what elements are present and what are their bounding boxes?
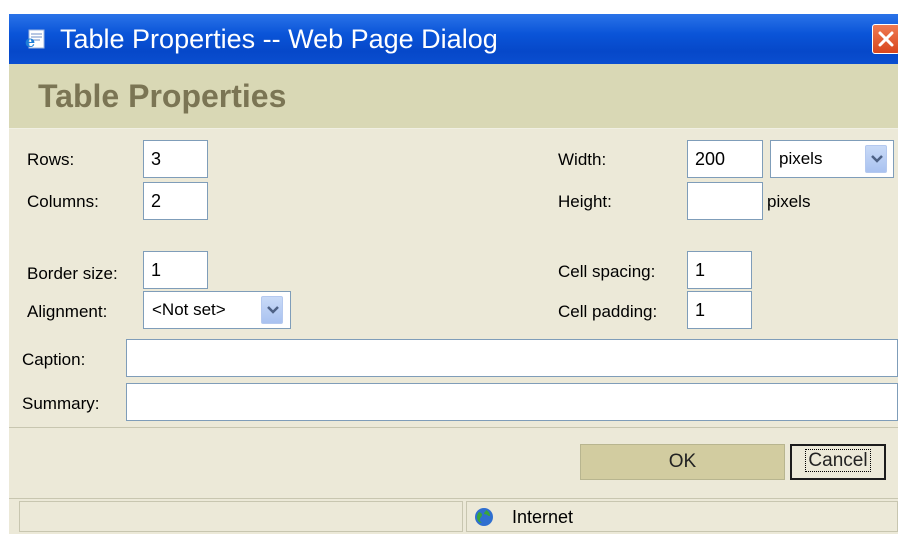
divider (9, 427, 898, 428)
globe-icon (474, 507, 494, 527)
title-bar[interactable]: e Table Properties -- Web Page Dialog (9, 14, 898, 64)
chevron-down-icon[interactable] (865, 145, 887, 173)
alignment-label: Alignment: (27, 302, 108, 321)
svg-text:e: e (25, 32, 35, 51)
alignment-value: <Not set> (152, 300, 226, 319)
window-title: Table Properties -- Web Page Dialog (60, 24, 498, 54)
cell-spacing-input[interactable]: 1 (687, 251, 752, 289)
chevron-down-icon[interactable] (261, 296, 283, 324)
zone-label: Internet (512, 507, 574, 527)
ie-page-icon: e (24, 27, 48, 51)
dialog-header: Table Properties (9, 64, 898, 129)
caption-input[interactable] (126, 339, 898, 377)
cell-spacing-label: Cell spacing: (558, 262, 656, 281)
height-input[interactable] (687, 182, 763, 220)
height-label: Height: (558, 192, 612, 211)
width-unit-value: pixels (779, 149, 823, 168)
summary-label: Summary: (22, 394, 100, 413)
width-label: Width: (558, 150, 607, 169)
cell-padding-input[interactable]: 1 (687, 291, 752, 329)
rows-label: Rows: (27, 150, 75, 169)
height-unit-label: pixels (767, 192, 811, 211)
ok-button[interactable]: OK (580, 444, 785, 480)
close-icon (878, 31, 894, 47)
cell-padding-label: Cell padding: (558, 302, 658, 321)
cancel-label: Cancel (805, 449, 871, 472)
width-unit-select[interactable]: pixels (770, 140, 894, 178)
caption-label: Caption: (22, 350, 86, 369)
status-pane-left (19, 501, 463, 532)
rows-input[interactable]: 3 (143, 140, 208, 178)
border-size-input[interactable]: 1 (143, 251, 208, 289)
columns-input[interactable]: 2 (143, 182, 208, 220)
close-button[interactable] (872, 24, 898, 54)
cancel-button[interactable]: Cancel (790, 444, 886, 480)
width-input[interactable]: 200 (687, 140, 763, 178)
page-title: Table Properties (38, 78, 287, 114)
border-size-label: Border size: (27, 264, 118, 283)
columns-label: Columns: (27, 192, 99, 211)
alignment-select[interactable]: <Not set> (143, 291, 291, 329)
summary-input[interactable] (126, 383, 898, 421)
